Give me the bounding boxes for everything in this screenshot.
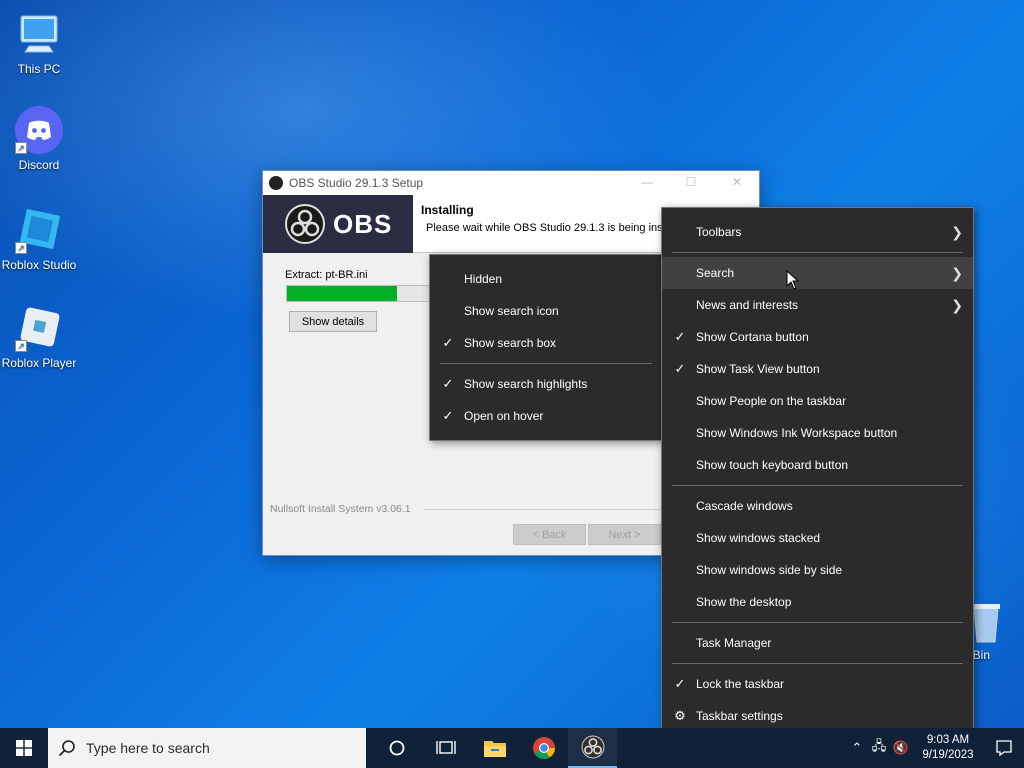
chevron-right-icon: ❯ [951,296,963,313]
window-title: OBS Studio 29.1.3 Setup [289,176,424,190]
desktop-icon-roblox-player[interactable]: ↗ Roblox Player [0,304,78,370]
installer-heading: Installing [421,203,474,217]
desktop-icon-discord[interactable]: ↗ Discord [0,106,78,172]
installer-subheading: Please wait while OBS Studio 29.1.3 is b… [426,222,672,234]
taskbar-search-box[interactable]: Type here to search [48,728,366,768]
menu-item-show-people[interactable]: Show People on the taskbar [662,385,973,417]
folder-icon [483,741,506,757]
windows-logo-icon [16,740,32,756]
checkmark-icon: ✓ [442,376,454,391]
clock-time: 9:03 AM [926,734,970,746]
search-submenu: Hidden Show search icon ✓ Show search bo… [429,254,663,441]
menu-item-lock-the-taskbar[interactable]: ✓ Lock the taskbar [662,668,973,700]
submenu-item-show-search-box[interactable]: ✓ Show search box [430,327,662,359]
desktop-icon-label: Roblox Player [1,356,77,370]
menu-item-show-touch-keyboard[interactable]: Show touch keyboard button [662,449,973,481]
task-view-icon [435,741,456,754]
menu-item-show-task-view-button[interactable]: ✓ Show Task View button [662,353,973,385]
extract-status: Extract: pt-BR.ini [285,269,368,281]
menu-item-show-windows-stacked[interactable]: Show windows stacked [662,522,973,554]
obs-logo-icon [285,204,325,244]
nsis-branding: Nullsoft Install System v3.06.1 [270,503,411,515]
mouse-cursor-icon [786,270,800,290]
checkmark-icon: ✓ [442,335,454,350]
desktop-icon-label: Discord [18,158,60,172]
discord-icon: ↗ [15,106,63,154]
chrome-icon [532,737,555,759]
taskbar-context-menu: Toolbars ❯ Search ❯ News and interests ❯… [661,207,974,741]
show-details-button[interactable]: Show details [289,311,377,332]
submenu-item-show-search-icon[interactable]: Show search icon [430,295,662,327]
chrome-taskbar-button[interactable] [519,728,568,768]
checkmark-icon: ✓ [674,676,686,691]
next-button[interactable]: Next > [588,524,661,545]
close-icon[interactable]: ✕ [727,175,747,191]
submenu-item-show-search-highlights[interactable]: ✓ Show search highlights [430,368,662,400]
obs-icon [581,735,604,759]
roblox-player-icon: ↗ [15,304,63,352]
checkmark-icon: ✓ [674,361,686,376]
taskbar-clock[interactable]: 9:03 AM 9/19/2023 [912,733,984,763]
menu-item-search[interactable]: Search ❯ [662,257,973,289]
progress-fill [287,286,397,301]
checkmark-icon: ✓ [674,329,686,344]
shortcut-arrow-icon: ↗ [15,142,27,154]
menu-item-show-cortana-button[interactable]: ✓ Show Cortana button [662,321,973,353]
search-placeholder: Type here to search [86,740,210,756]
notification-center-button[interactable] [984,728,1024,768]
chevron-right-icon: ❯ [951,264,963,281]
this-pc-icon [15,10,63,58]
menu-separator [672,663,963,664]
maximize-icon[interactable]: ☐ [681,175,701,191]
menu-item-toolbars[interactable]: Toolbars ❯ [662,216,973,248]
desktop-icon-label: Roblox Studio [1,258,77,272]
network-icon[interactable]: 🖧 [868,737,890,759]
submenu-item-hidden[interactable]: Hidden [430,263,662,295]
gear-icon: ⚙ [674,708,686,723]
shortcut-arrow-icon: ↗ [15,340,27,352]
task-view-button[interactable] [421,728,470,768]
minimize-icon[interactable]: — [637,175,657,191]
cortana-icon [389,740,404,756]
cortana-button[interactable] [372,728,421,768]
taskbar[interactable]: Type here to search ⌃ 🖧 🔇 9:03 AM 9/19/2… [0,728,1024,768]
chevron-right-icon: ❯ [951,223,963,240]
menu-item-show-the-desktop[interactable]: Show the desktop [662,586,973,618]
volume-muted-icon[interactable]: 🔇 [890,740,912,756]
shortcut-arrow-icon: ↗ [15,242,27,254]
menu-item-task-manager[interactable]: Task Manager [662,627,973,659]
desktop-icon-label: This PC [17,62,61,76]
menu-separator [672,252,963,253]
menu-item-show-ink-workspace[interactable]: Show Windows Ink Workspace button [662,417,973,449]
system-tray: ⌃ 🖧 🔇 9:03 AM 9/19/2023 [846,728,1024,768]
search-icon [58,740,75,757]
menu-separator [672,622,963,623]
clock-date: 9/19/2023 [922,749,974,761]
install-progress-bar [286,285,436,302]
obs-app-icon [269,176,283,190]
obs-logo-text: OBS [333,208,393,239]
desktop-icon-roblox-studio[interactable]: ↗ Roblox Studio [0,206,78,272]
menu-item-show-windows-side-by-side[interactable]: Show windows side by side [662,554,973,586]
obs-taskbar-button[interactable] [568,728,617,768]
back-button[interactable]: < Back [513,524,586,545]
chevron-up-icon[interactable]: ⌃ [846,740,868,756]
start-button[interactable] [0,728,48,768]
checkmark-icon: ✓ [442,408,454,423]
menu-separator [672,485,963,486]
menu-item-news-and-interests[interactable]: News and interests ❯ [662,289,973,321]
roblox-studio-icon: ↗ [15,206,63,254]
notification-icon [996,740,1012,757]
menu-separator [440,363,652,364]
obs-logo: OBS [263,195,413,253]
file-explorer-taskbar-button[interactable] [470,728,519,768]
submenu-item-open-on-hover[interactable]: ✓ Open on hover [430,400,662,432]
desktop-icon-this-pc[interactable]: This PC [0,10,78,76]
menu-item-cascade-windows[interactable]: Cascade windows [662,490,973,522]
